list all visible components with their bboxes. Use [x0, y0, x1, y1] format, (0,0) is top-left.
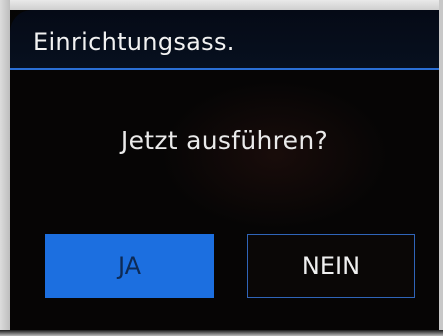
- bezel-top: [0, 0, 443, 10]
- device-screen: Einrichtungsass. Jetzt ausführen? JA NEI…: [0, 0, 443, 336]
- yes-button-label: JA: [117, 252, 142, 280]
- dialog-title: Einrichtungsass.: [33, 28, 235, 56]
- bezel-right: [439, 0, 443, 336]
- title-bar: Einrichtungsass.: [10, 10, 439, 70]
- prompt-question: Jetzt ausführen?: [120, 126, 329, 155]
- bezel-left: [0, 0, 10, 336]
- glass-reflection: [160, 80, 390, 230]
- no-button-label: NEIN: [301, 252, 361, 280]
- yes-button[interactable]: JA: [45, 234, 214, 298]
- bezel-bottom: [0, 330, 443, 336]
- display-area: Einrichtungsass. Jetzt ausführen? JA NEI…: [10, 10, 439, 330]
- no-button[interactable]: NEIN: [247, 234, 415, 298]
